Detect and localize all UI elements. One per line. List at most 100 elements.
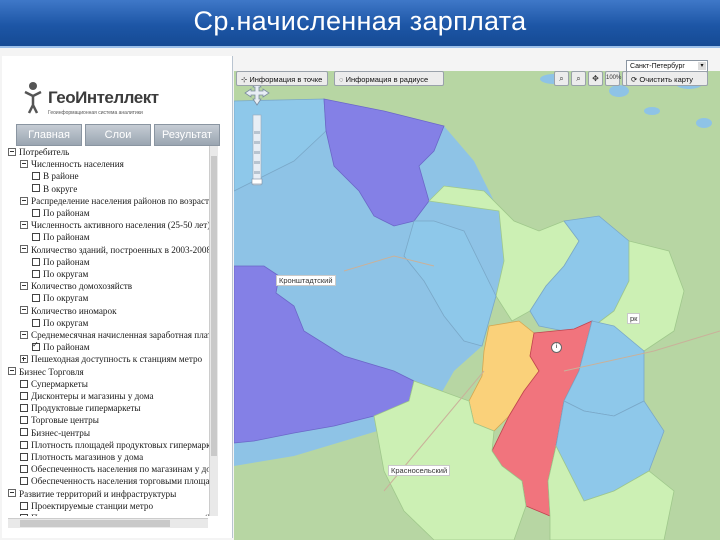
collapse-toggle-icon[interactable] [8,367,16,376]
radius-icon: ◌ [339,75,344,84]
tree-item[interactable]: Развитие территорий и инфраструктуры [8,488,176,500]
tree-item-label: Численность активного населения (25-50 л… [31,220,210,231]
zoom-in-icon[interactable]: ⌕ [554,71,569,86]
tree-item[interactable]: Пешеходная доступность к станциям метро [20,353,202,365]
zoom-out-icon[interactable]: ⌕ [571,71,586,86]
tree-item[interactable]: Количество зданий, построенных в 2003-20… [20,244,210,256]
layer-checkbox[interactable] [20,501,28,510]
city-select-value: Санкт-Петербург [630,63,685,70]
tree-item-label: Проектируемые станции метро [31,500,154,511]
tree-item-label: Численность населения [31,159,124,170]
tree-item[interactable]: Среднемесячная начисленная заработная пл… [20,329,210,341]
tree-item[interactable]: По районам [32,231,90,243]
layer-checkbox[interactable] [20,404,28,413]
layer-checkbox[interactable] [32,318,40,327]
collapse-toggle-icon[interactable] [8,489,16,498]
tree-item[interactable]: Бизнес-центры [20,427,90,439]
panel-tabs: Главная Слои Результат [16,124,220,146]
tree-item[interactable]: По округам [32,292,88,304]
tree-item[interactable]: Количество домохозяйств [20,280,132,292]
tree-item[interactable]: Обеспеченность населения торговыми площа… [20,475,210,487]
layer-checkbox[interactable] [20,477,28,486]
layer-checkbox[interactable] [32,294,40,303]
tab-layers[interactable]: Слои [85,124,151,146]
tree-item[interactable]: По районам [32,207,90,219]
expand-toggle-icon[interactable] [20,355,28,364]
tree-item[interactable]: По округам [32,268,88,280]
tree-item-label: Пешеходная доступность к станциям метро [31,354,203,365]
collapse-toggle-icon[interactable] [20,330,28,339]
crosshair-icon: ⊹ [241,75,248,84]
zoom-slider[interactable] [251,114,263,186]
lake [696,118,712,128]
tree-item[interactable]: По округам [32,317,88,329]
tree-item[interactable]: Проектируемые станции метро [20,500,153,512]
tree-item[interactable]: Количество иномарок [20,305,117,317]
tree-hscroll-thumb[interactable] [20,520,170,527]
layer-checkbox[interactable] [20,452,28,461]
layer-checkbox[interactable] [32,257,40,266]
collapse-toggle-icon[interactable] [20,196,28,205]
layer-checkbox[interactable] [20,440,28,449]
tree-item[interactable]: Торговые центры [20,414,99,426]
collapse-toggle-icon[interactable] [20,221,28,230]
info-radius-button[interactable]: ◌ Информация в радиусе [334,71,444,86]
map-label-kronstadt: Кронштадтский [276,275,336,286]
tree-item[interactable]: Пешеходная доступность к станциям метро … [20,512,210,516]
tree-item-label: В округе [43,183,78,194]
layer-checkbox[interactable] [20,379,28,388]
layer-checkbox[interactable] [20,428,28,437]
tree-item[interactable]: В округе [32,183,77,195]
tab-main[interactable]: Главная [16,124,82,146]
tree-vertical-scrollbar[interactable] [209,146,218,516]
layer-checkbox[interactable] [32,184,40,193]
tree-horizontal-scrollbar[interactable] [8,518,208,528]
tree-item[interactable]: Дисконтеры и магазины у дома [20,390,154,402]
clear-map-button[interactable]: ⟳ Очистить карту [626,71,708,86]
tree-item[interactable]: Продуктовые гипермаркеты [20,402,141,414]
tree-item-label: Супермаркеты [31,378,88,389]
logo-name: ГеоИнтеллект [48,88,159,107]
tree-scroll-thumb[interactable] [211,156,217,456]
tree-item-label: Плотность магазинов у дома [31,452,144,462]
tab-result[interactable]: Результат [154,124,220,146]
slide-title: Ср.начисленная зарплата [193,6,527,36]
layer-checkbox[interactable] [20,465,28,474]
collapse-toggle-icon[interactable] [20,245,28,254]
tree-item[interactable]: В районе [32,170,79,182]
tree-item[interactable]: Потребитель [8,146,69,158]
layer-checkbox[interactable] [20,513,28,516]
info-point-button[interactable]: ⊹ Информация в точке [236,71,328,86]
collapse-toggle-icon[interactable] [8,147,16,156]
layer-checkbox[interactable] [32,339,40,352]
collapse-toggle-icon[interactable] [20,160,28,169]
layer-checkbox[interactable] [32,172,40,181]
zoom-100-button[interactable]: 100% [605,71,621,86]
map-view[interactable]: Кронштадтский Красносельский рк i [234,71,720,540]
layer-checkbox[interactable] [32,233,40,242]
tree-item[interactable]: Супермаркеты [20,378,88,390]
layer-checkbox[interactable] [20,391,28,400]
tree-item[interactable]: Распределение населения районов по возра… [20,195,210,207]
tree-item[interactable]: Обеспеченность населения по магазинам у … [20,463,210,475]
tree-item[interactable]: По районам [32,339,90,353]
tree-item-label: Бизнес Торговля [19,366,84,377]
layer-checkbox[interactable] [20,416,28,425]
collapse-toggle-icon[interactable] [20,306,28,315]
layer-checkbox[interactable] [32,208,40,217]
pan-icon[interactable]: ✥ [588,71,603,86]
tree-item-label: По округам [43,269,89,279]
tree-item-label: Обеспеченность населения торговыми площа… [31,476,210,487]
tree-item-label: По районам [43,232,90,243]
tree-item[interactable]: Численность населения [20,158,124,170]
layer-checkbox[interactable] [32,269,40,278]
tree-item[interactable]: Плотность площадей продуктовых гипермарк… [20,439,210,451]
tree-item[interactable]: По районам [32,256,90,268]
tree-item[interactable]: Бизнес Торговля [8,366,84,378]
tree-item-label: Потребитель [19,147,70,157]
tree-item[interactable]: Численность активного населения (25-50 л… [20,219,210,231]
map-canvas[interactable] [234,71,720,540]
tree-item[interactable]: Плотность магазинов у дома [20,451,143,463]
metro-marker-icon[interactable]: i [551,342,562,353]
collapse-toggle-icon[interactable] [20,282,28,291]
